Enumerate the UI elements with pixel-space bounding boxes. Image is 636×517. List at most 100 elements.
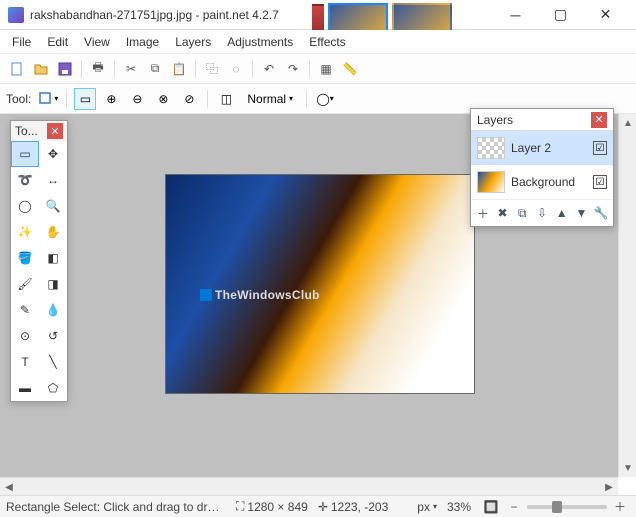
scroll-down-icon[interactable]: ▼ <box>619 459 636 477</box>
tool-rectangle-select[interactable]: ▭ <box>11 141 39 167</box>
cut-button[interactable]: ✂ <box>120 58 142 80</box>
horizontal-scrollbar[interactable]: ◀ ▶ <box>0 477 618 495</box>
tool-paintbrush[interactable]: 🖌 <box>11 271 39 297</box>
blend-mode-value: Normal <box>247 92 286 106</box>
vertical-scrollbar[interactable]: ▲ ▼ <box>618 114 636 477</box>
flood-mode[interactable]: ◫ <box>215 88 237 110</box>
menu-edit[interactable]: Edit <box>39 32 76 52</box>
print-button[interactable]: 🖶 <box>87 58 109 80</box>
ruler-button[interactable]: 📏 <box>339 58 361 80</box>
layer-add-button[interactable]: ＋ <box>474 204 492 222</box>
watermark: TheWindowsClub <box>200 286 320 302</box>
tools-panel: To... ✕ ▭ ✥ ➰ ↔ ◯ 🔍 ✨ ✋ 🪣 ◧ 🖌 ◨ ✎ 💧 ⊙ ↺ … <box>10 120 68 402</box>
layer-visible-checkbox[interactable]: ☑ <box>593 175 607 189</box>
scroll-right-icon[interactable]: ▶ <box>600 478 618 496</box>
menu-adjustments[interactable]: Adjustments <box>219 32 301 52</box>
layer-row[interactable]: Background ☑ <box>471 165 613 199</box>
zoom-value[interactable]: 33% <box>447 500 471 514</box>
tool-paint-bucket[interactable]: 🪣 <box>11 245 39 271</box>
menu-file[interactable]: File <box>4 32 39 52</box>
canvas-image[interactable] <box>165 174 475 394</box>
tool-gradient[interactable]: ◧ <box>39 245 67 271</box>
close-button[interactable]: ✕ <box>583 0 628 30</box>
zoom-slider[interactable] <box>527 505 607 509</box>
layer-down-button[interactable]: ▼ <box>573 204 591 222</box>
tool-rectangle-shape[interactable]: ▬ <box>11 375 39 401</box>
selection-subtract[interactable]: ⊖ <box>126 88 148 110</box>
layer-delete-button[interactable]: ✖ <box>494 204 512 222</box>
selection-add[interactable]: ⊕ <box>100 88 122 110</box>
layer-name: Background <box>511 175 587 189</box>
status-cursor: ✛ 1223, -203 <box>318 500 388 514</box>
statusbar: Rectangle Select: Click and drag to draw… <box>0 495 636 517</box>
open-button[interactable] <box>30 58 52 80</box>
tool-eraser[interactable]: ◨ <box>39 271 67 297</box>
selection-intersect[interactable]: ⊗ <box>152 88 174 110</box>
layer-visible-checkbox[interactable]: ☑ <box>593 141 607 155</box>
tools-panel-title: To... <box>15 124 38 138</box>
tools-panel-header[interactable]: To... ✕ <box>11 121 67 141</box>
tool-pencil[interactable]: ✎ <box>11 297 39 323</box>
crop-button[interactable]: ⿻ <box>201 58 223 80</box>
deselect-button[interactable]: ◌ <box>225 58 247 80</box>
tool-pan[interactable]: ✋ <box>39 219 67 245</box>
layer-properties-button[interactable]: 🔧 <box>592 204 610 222</box>
tool-label: Tool: <box>6 92 31 106</box>
tool-color-picker[interactable]: 💧 <box>39 297 67 323</box>
minimize-button[interactable]: ─ <box>493 0 538 30</box>
tool-text[interactable]: T <box>11 349 39 375</box>
selection-invert[interactable]: ⊘ <box>178 88 200 110</box>
unit-selector[interactable]: px▾ <box>417 500 437 514</box>
menu-image[interactable]: Image <box>118 32 167 52</box>
tool-ellipse-select[interactable]: ◯ <box>11 193 39 219</box>
tool-zoom[interactable]: 🔍 <box>39 193 67 219</box>
current-tool-dropdown[interactable]: ▾ <box>37 88 59 110</box>
status-dimensions: ⛶ 1280 × 849 <box>236 499 308 514</box>
layers-panel-header[interactable]: Layers ✕ <box>471 109 613 131</box>
menu-effects[interactable]: Effects <box>301 32 353 52</box>
layer-thumbnail <box>477 137 505 159</box>
undo-button[interactable]: ↶ <box>258 58 280 80</box>
layer-merge-button[interactable]: ⇩ <box>533 204 551 222</box>
tool-recolor[interactable]: ↺ <box>39 323 67 349</box>
menu-layers[interactable]: Layers <box>167 32 219 52</box>
layer-duplicate-button[interactable]: ⧉ <box>513 204 531 222</box>
tool-magic-wand[interactable]: ✨ <box>11 219 39 245</box>
app-icon <box>8 7 24 23</box>
layer-row[interactable]: Layer 2 ☑ <box>471 131 613 165</box>
shape-dropdown[interactable]: ◯▾ <box>314 88 336 110</box>
tool-line[interactable]: ╲ <box>39 349 67 375</box>
tool-move-pixels[interactable]: ↔ <box>39 167 67 193</box>
zoom-out-icon[interactable]: − <box>504 497 524 517</box>
layers-panel: Layers ✕ Layer 2 ☑ Background ☑ ＋ ✖ ⧉ ⇩ … <box>470 108 614 227</box>
blend-mode-dropdown[interactable]: Normal▾ <box>241 90 299 108</box>
layers-footer: ＋ ✖ ⧉ ⇩ ▲ ▼ 🔧 <box>471 199 613 226</box>
menubar: File Edit View Image Layers Adjustments … <box>0 30 636 54</box>
save-button[interactable] <box>54 58 76 80</box>
scroll-left-icon[interactable]: ◀ <box>0 478 18 496</box>
copy-button[interactable]: ⧉ <box>144 58 166 80</box>
layer-up-button[interactable]: ▲ <box>553 204 571 222</box>
layer-thumbnail <box>477 171 505 193</box>
scroll-up-icon[interactable]: ▲ <box>619 114 636 132</box>
zoom-in-icon[interactable]: ＋ <box>610 497 630 517</box>
status-hint: Rectangle Select: Click and drag to draw… <box>6 500 226 514</box>
maximize-button[interactable]: ▢ <box>538 0 583 30</box>
grid-button[interactable]: ▦ <box>315 58 337 80</box>
tool-move-selection[interactable]: ✥ <box>39 141 67 167</box>
cursor-icon: ✛ <box>318 500 328 514</box>
layers-panel-close[interactable]: ✕ <box>591 112 607 128</box>
tools-panel-close[interactable]: ✕ <box>47 123 63 139</box>
tool-clone-stamp[interactable]: ⊙ <box>11 323 39 349</box>
paste-button[interactable]: 📋 <box>168 58 190 80</box>
tool-shapes[interactable]: ⬠ <box>39 375 67 401</box>
zoom-window-icon[interactable]: 🔲 <box>481 497 501 517</box>
selection-replace[interactable]: ▭ <box>74 88 96 110</box>
main-toolbar: 🖶 ✂ ⧉ 📋 ⿻ ◌ ↶ ↷ ▦ 📏 <box>0 54 636 84</box>
layers-panel-title: Layers <box>477 113 513 127</box>
redo-button[interactable]: ↷ <box>282 58 304 80</box>
layer-name: Layer 2 <box>511 141 587 155</box>
menu-view[interactable]: View <box>76 32 118 52</box>
new-button[interactable] <box>6 58 28 80</box>
tool-lasso-select[interactable]: ➰ <box>11 167 39 193</box>
